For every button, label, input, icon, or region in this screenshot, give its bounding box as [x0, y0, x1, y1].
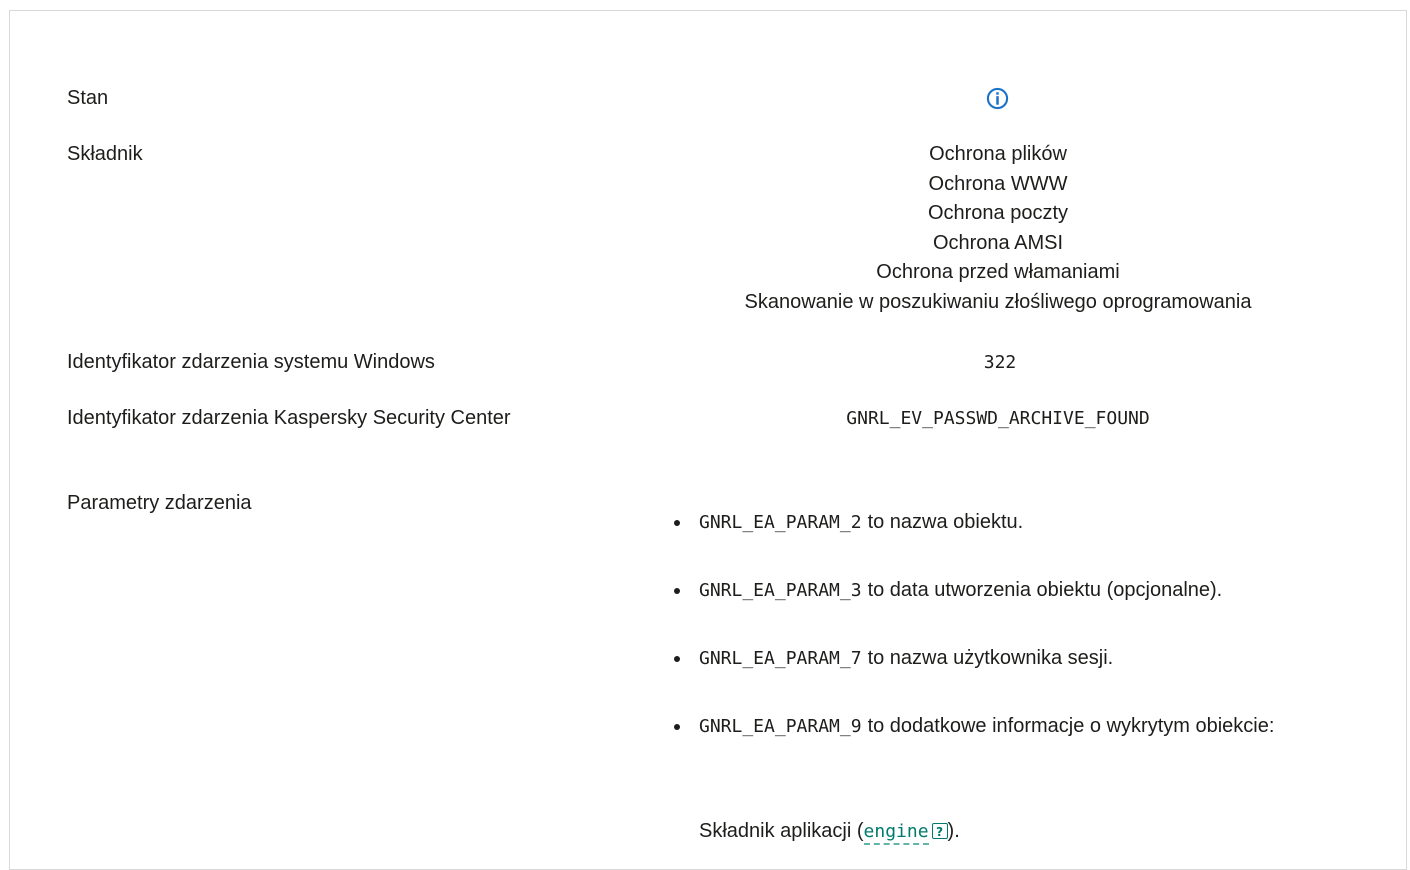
- param-text: to dodatkowe informacje o wykrytym obiek…: [867, 715, 1275, 737]
- bullet: [674, 588, 680, 594]
- event-params-list: GNRL_EA_PARAM_2 to nazwa obiektu. GNRL_EA…: [674, 508, 1374, 780]
- row-label-ksc-event-id: Identyfikator zdarzenia Kaspersky Securi…: [67, 407, 511, 429]
- param-text: to nazwa obiektu.: [867, 511, 1024, 533]
- app-component-prefix: Składnik aplikacji (: [699, 820, 864, 842]
- param-code: GNRL_EA_PARAM_3: [699, 580, 862, 601]
- param-code: GNRL_EA_PARAM_7: [699, 648, 862, 669]
- app-component-suffix: ).: [947, 820, 960, 842]
- engine-link[interactable]: engine: [863, 821, 929, 845]
- bullet: [674, 724, 680, 730]
- list-item: GNRL_EA_PARAM_2 to nazwa obiektu.: [674, 508, 1374, 537]
- list-item: GNRL_EA_PARAM_9 to dodatkowe informacje o…: [674, 712, 1319, 741]
- bullet: [674, 520, 680, 526]
- list-item: GNRL_EA_PARAM_7 to nazwa użytkownika sesj…: [674, 644, 1374, 673]
- row-label-event-params: Parametry zdarzenia: [67, 492, 252, 514]
- row-label-state: Stan: [67, 87, 109, 109]
- windows-event-id-value: 322: [983, 352, 1017, 373]
- row-label-component: Składnik: [67, 143, 143, 165]
- component-item: Ochrona AMSI: [932, 231, 1064, 254]
- param-code: GNRL_EA_PARAM_9: [699, 716, 862, 737]
- param-text: to nazwa użytkownika sesji.: [867, 647, 1114, 669]
- info-icon: [986, 87, 1009, 110]
- param-code: GNRL_EA_PARAM_2: [699, 512, 862, 533]
- param-text: to data utworzenia obiektu (opcjonalne).: [867, 579, 1223, 601]
- row-label-windows-event-id: Identyfikator zdarzenia systemu Windows: [67, 351, 435, 373]
- component-item: Ochrona WWW: [928, 172, 1068, 195]
- component-item: Ochrona przed włamaniami: [876, 261, 1120, 283]
- component-item: Ochrona poczty: [927, 202, 1069, 224]
- list-item: GNRL_EA_PARAM_3 to data utworzenia obiekt…: [674, 576, 1374, 605]
- bullet: [674, 656, 680, 662]
- component-item: Ochrona plików: [929, 143, 1067, 165]
- ksc-event-id-value: GNRL_EV_PASSWD_ARCHIVE_FOUND: [846, 408, 1150, 429]
- component-item: Skanowanie w poszukiwaniu złośliwego opr…: [744, 290, 1252, 313]
- app-component-line: Składnik aplikacji (engine?).: [699, 817, 960, 846]
- component-list: Ochrona plików Ochrona WWW Ochrona poczt…: [700, 140, 1296, 317]
- help-icon[interactable]: ?: [931, 823, 948, 839]
